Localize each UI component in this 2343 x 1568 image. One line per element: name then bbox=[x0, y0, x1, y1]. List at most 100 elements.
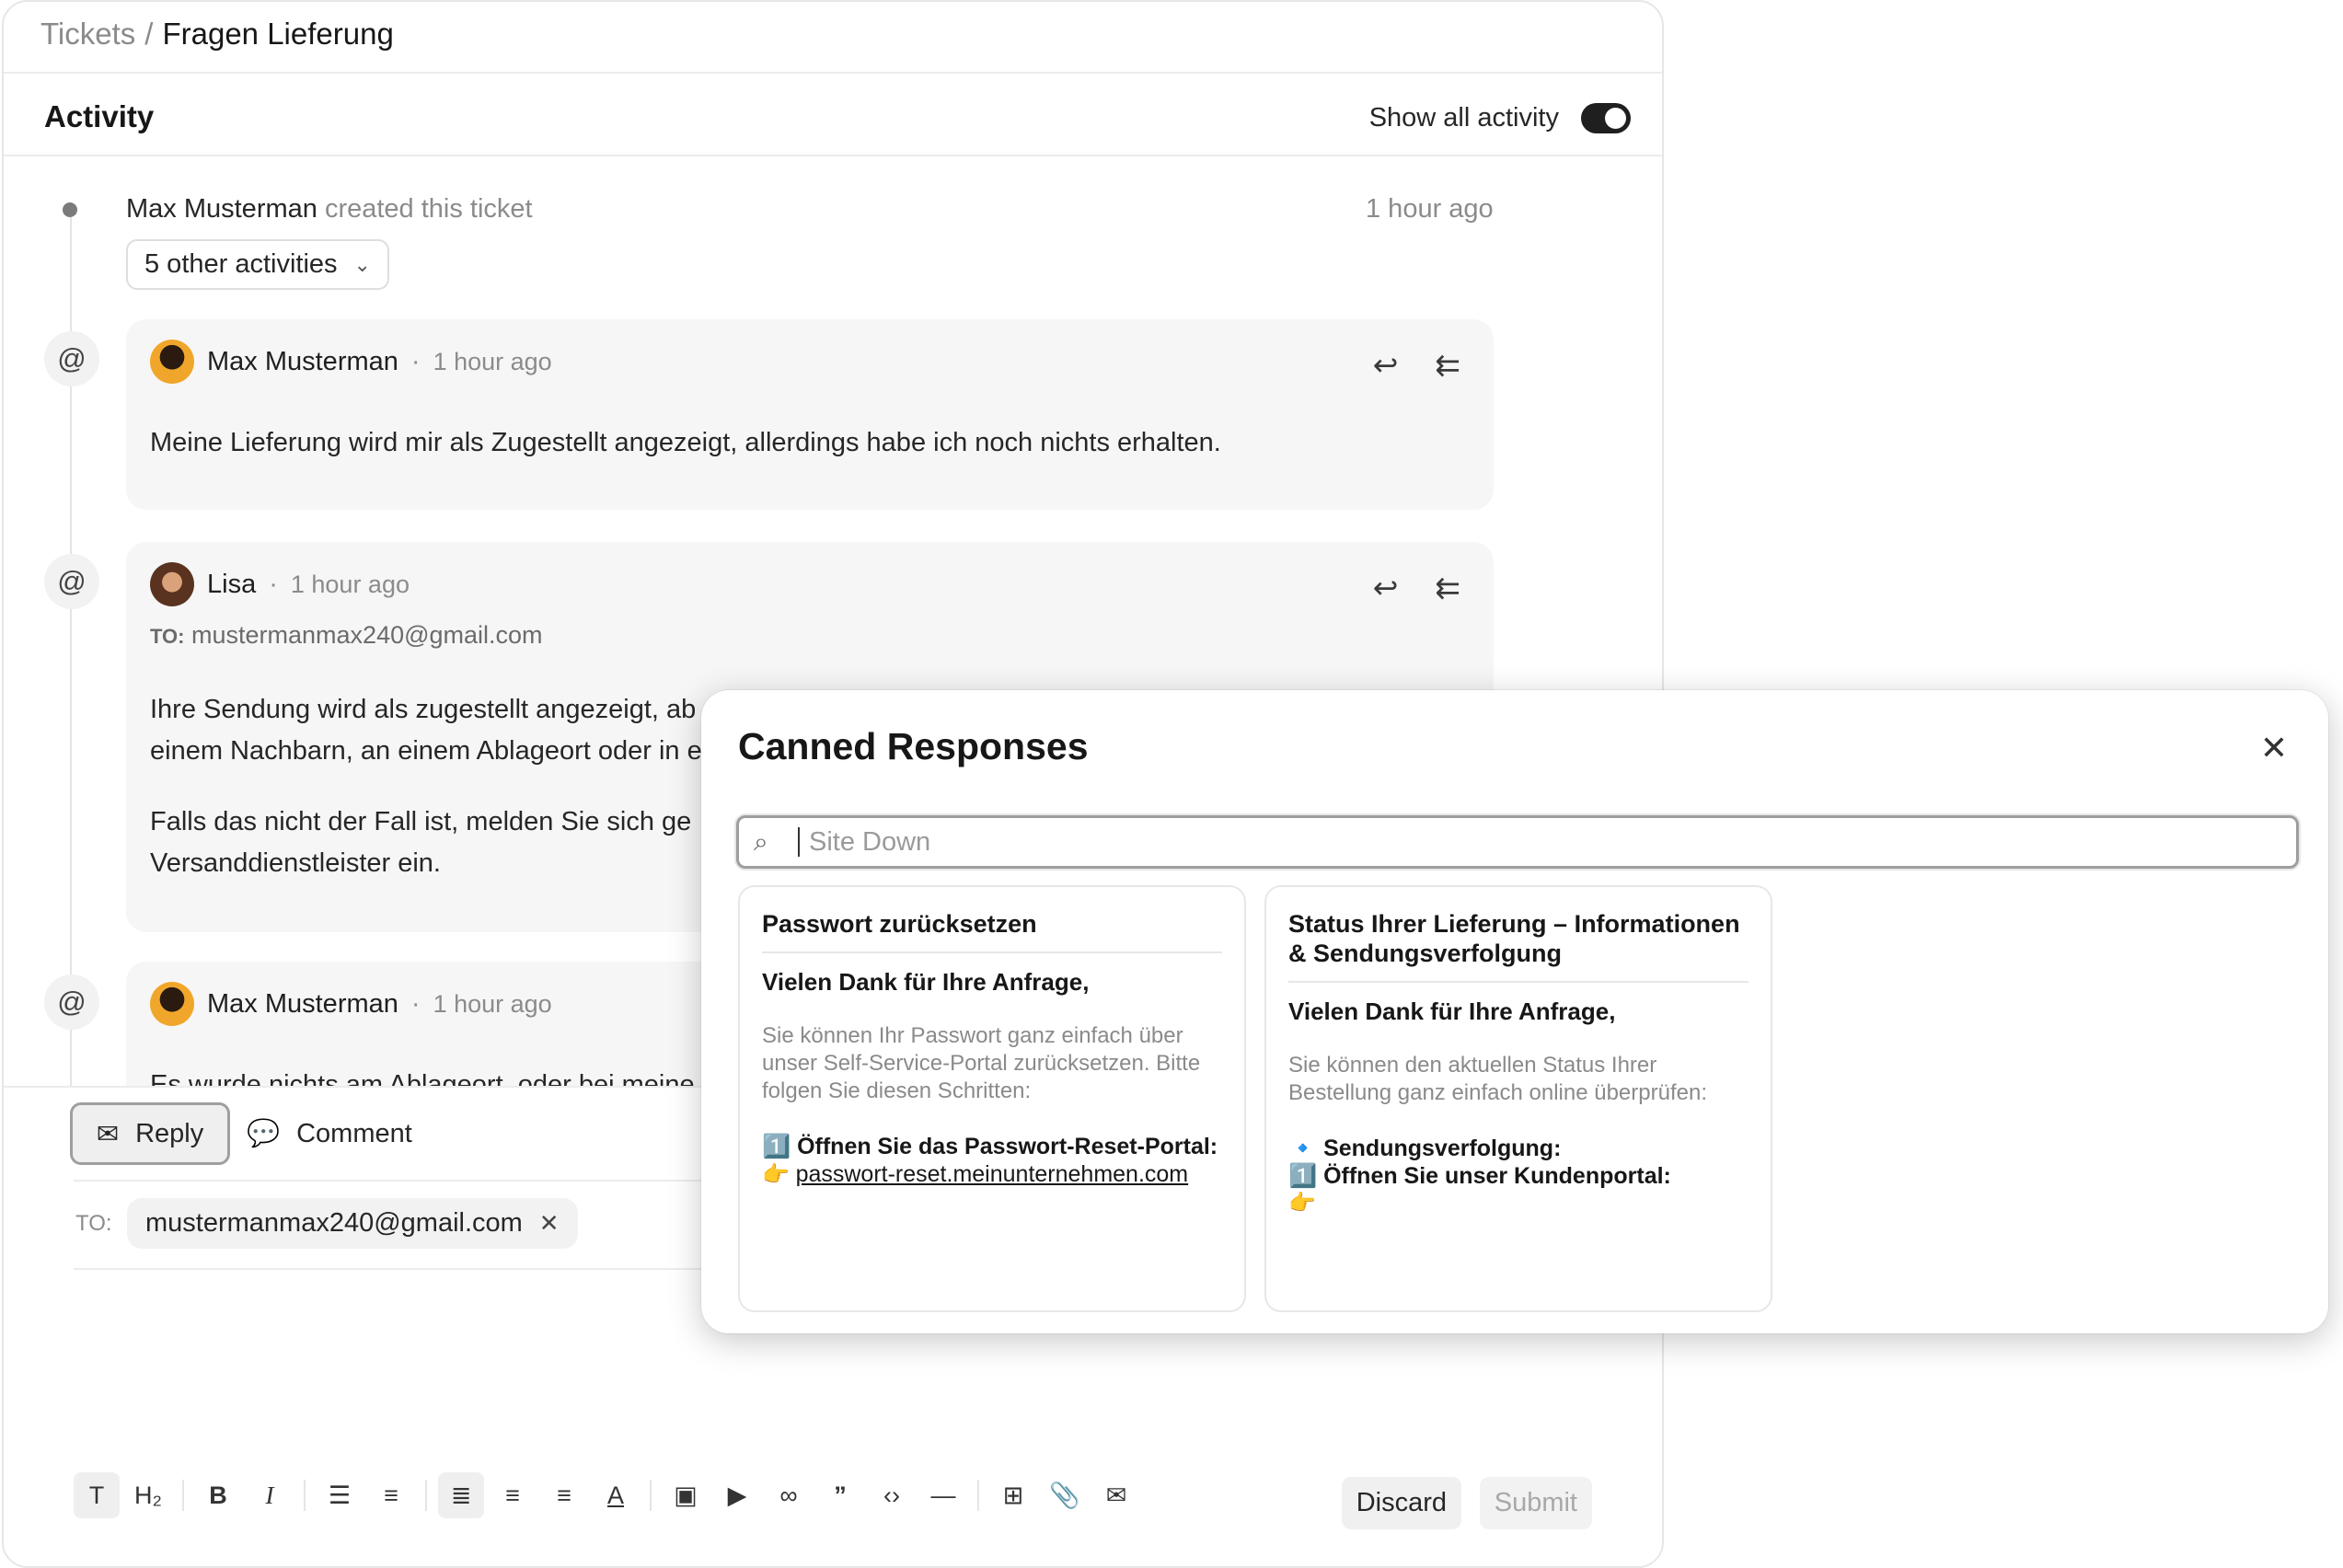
separator-dot: · bbox=[269, 569, 278, 599]
message-line: Versanddienstleister ein. bbox=[150, 848, 441, 878]
link-icon[interactable]: ∞ bbox=[766, 1472, 812, 1518]
card-title: Status Ihrer Lieferung – Informationen &… bbox=[1288, 909, 1749, 983]
canned-responses-modal: Canned Responses ✕ ⌕ Passwort zurücksetz… bbox=[701, 690, 2328, 1333]
message-header: Max Musterman · 1 hour ago bbox=[150, 982, 552, 1026]
search-input[interactable] bbox=[798, 827, 2296, 857]
card-step: 1️⃣ Öffnen Sie das Passwort-Reset-Portal… bbox=[762, 1134, 1218, 1159]
search-icon: ⌕ bbox=[754, 826, 768, 856]
align-center-icon[interactable]: ≡ bbox=[490, 1472, 536, 1518]
bold-icon[interactable]: B bbox=[195, 1472, 241, 1518]
toolbar-separator bbox=[182, 1480, 184, 1511]
canned-response-icon[interactable]: ✉ bbox=[1093, 1472, 1139, 1518]
font-color-icon[interactable]: A bbox=[593, 1472, 639, 1518]
align-left-icon[interactable]: ≣ bbox=[438, 1472, 484, 1518]
author-name: Lisa bbox=[207, 569, 257, 599]
mail-icon: ✉ bbox=[96, 1119, 120, 1149]
card-greeting: Vielen Dank für Ihre Anfrage, bbox=[1288, 997, 1616, 1025]
reply-icon[interactable]: ↩ bbox=[1373, 570, 1399, 605]
message-line: Ihre Sendung wird als zugestellt angezei… bbox=[150, 695, 697, 724]
comment-tab-button[interactable]: 💬 Comment bbox=[247, 1102, 412, 1165]
insert-image-icon[interactable]: ▣ bbox=[663, 1472, 709, 1518]
card-title: Passwort zurücksetzen bbox=[762, 909, 1222, 953]
discard-button[interactable]: Discard bbox=[1341, 1477, 1461, 1529]
avatar bbox=[150, 562, 194, 606]
to-label: TO: bbox=[150, 625, 185, 648]
message-header: Max Musterman · 1 hour ago bbox=[150, 340, 552, 384]
card-greeting: Vielen Dank für Ihre Anfrage, bbox=[762, 968, 1090, 996]
author-name: Max Musterman bbox=[207, 988, 398, 1019]
align-right-icon[interactable]: ≡ bbox=[541, 1472, 587, 1518]
recipient-chip: mustermanmax240@gmail.com ✕ bbox=[127, 1198, 578, 1249]
card-step: 1️⃣ Öffnen Sie unser Kundenportal: bbox=[1288, 1163, 1671, 1189]
card-link[interactable]: passwort-reset.meinunternehmen.com bbox=[796, 1161, 1189, 1187]
timeline-dot bbox=[63, 202, 77, 217]
chevron-down-icon: ⌄ bbox=[353, 252, 371, 276]
ticket-created-entry: Max Musterman created this ticket bbox=[126, 194, 533, 225]
card-text: Sie können den aktuellen Status Ihrer Be… bbox=[1288, 1053, 1707, 1105]
reply-icon[interactable]: ↩ bbox=[1373, 347, 1399, 383]
text-style-icon[interactable]: T bbox=[74, 1472, 120, 1518]
message-body: Ihre Sendung wird als zugestellt angezei… bbox=[150, 689, 702, 884]
recipient-email: mustermanmax240@gmail.com bbox=[145, 1208, 523, 1238]
card-text: Sie können Ihr Passwort ganz einfach übe… bbox=[762, 1023, 1201, 1103]
remove-recipient-icon[interactable]: ✕ bbox=[539, 1209, 560, 1238]
message-time: 1 hour ago bbox=[433, 347, 552, 375]
creator-name: Max Musterman bbox=[126, 194, 317, 224]
attachment-icon[interactable]: 📎 bbox=[1042, 1472, 1088, 1518]
horizontal-rule-icon[interactable]: — bbox=[920, 1472, 966, 1518]
recipient-email: mustermanmax240@gmail.com bbox=[191, 621, 543, 649]
separator-dot: · bbox=[410, 988, 421, 1019]
table-icon[interactable]: ⊞ bbox=[990, 1472, 1036, 1518]
show-all-activity-label: Show all activity bbox=[1368, 103, 1559, 133]
message-header: Lisa · 1 hour ago bbox=[150, 562, 410, 606]
avatar bbox=[150, 982, 194, 1026]
divider bbox=[4, 155, 1662, 156]
editor-toolbar: T H₂ B I ☰ ≡ ≣ ≡ ≡ A ▣ ▶ ∞ ” ‹› — ⊞ 📎 ✉ bbox=[74, 1472, 1139, 1518]
bullet-list-icon[interactable]: ☰ bbox=[317, 1472, 363, 1518]
modal-title: Canned Responses bbox=[738, 725, 1089, 767]
author-name: Max Musterman bbox=[207, 346, 398, 376]
search-box: ⌕ bbox=[736, 815, 2299, 869]
message-actions: ↩ ⇇ bbox=[1373, 570, 1460, 605]
pointing-hand-icon: 👉 bbox=[762, 1162, 796, 1187]
heading-2-icon[interactable]: H₂ bbox=[125, 1472, 171, 1518]
email-mention-icon: @ bbox=[44, 331, 99, 386]
close-icon[interactable]: ✕ bbox=[2260, 729, 2288, 767]
divider bbox=[4, 72, 1662, 74]
reply-tab-button[interactable]: ✉ Reply bbox=[70, 1102, 230, 1165]
activity-title: Activity bbox=[44, 99, 155, 133]
numbered-list-icon[interactable]: ≡ bbox=[368, 1472, 414, 1518]
email-mention-icon: @ bbox=[44, 974, 99, 1030]
submit-button[interactable]: Submit bbox=[1479, 1477, 1592, 1529]
reply-label: Reply bbox=[135, 1118, 204, 1148]
to-label: TO: bbox=[75, 1211, 112, 1236]
toolbar-separator bbox=[425, 1480, 427, 1511]
created-time: 1 hour ago bbox=[1366, 194, 1494, 224]
canned-response-card[interactable]: Status Ihrer Lieferung – Informationen &… bbox=[1264, 885, 1772, 1312]
pointing-hand-icon: 👉 bbox=[1288, 1191, 1316, 1216]
canned-response-card[interactable]: Passwort zurücksetzen Vielen Dank für Ih… bbox=[738, 885, 1246, 1312]
comment-label: Comment bbox=[296, 1118, 412, 1148]
message-body: Meine Lieferung wird mir als Zugestellt … bbox=[150, 428, 1221, 457]
message-time: 1 hour ago bbox=[433, 989, 552, 1018]
breadcrumb-tickets[interactable]: Tickets bbox=[40, 17, 135, 52]
email-mention-icon: @ bbox=[44, 554, 99, 609]
italic-icon[interactable]: I bbox=[247, 1472, 293, 1518]
card-step: 🔹 Sendungsverfolgung: bbox=[1288, 1136, 1562, 1161]
show-all-activity-toggle[interactable] bbox=[1581, 103, 1631, 133]
reply-all-icon[interactable]: ⇇ bbox=[1435, 570, 1460, 605]
code-icon[interactable]: ‹› bbox=[869, 1472, 915, 1518]
reply-all-icon[interactable]: ⇇ bbox=[1435, 347, 1460, 383]
insert-video-icon[interactable]: ▶ bbox=[714, 1472, 760, 1518]
toolbar-separator bbox=[650, 1480, 652, 1511]
avatar bbox=[150, 340, 194, 384]
recipient-line: TO: mustermanmax240@gmail.com bbox=[150, 621, 543, 650]
comment-icon: 💬 bbox=[247, 1119, 281, 1148]
quote-icon[interactable]: ” bbox=[817, 1472, 863, 1518]
message-time: 1 hour ago bbox=[290, 570, 410, 598]
breadcrumb: Tickets / Fragen Lieferung bbox=[40, 17, 394, 52]
card-link-line: 👉 passwort-reset.meinunternehmen.com bbox=[762, 1160, 1222, 1188]
other-activities-dropdown[interactable]: 5 other activities ⌄ bbox=[126, 239, 389, 290]
created-text: created this ticket bbox=[324, 194, 533, 224]
separator-dot: · bbox=[410, 346, 421, 376]
